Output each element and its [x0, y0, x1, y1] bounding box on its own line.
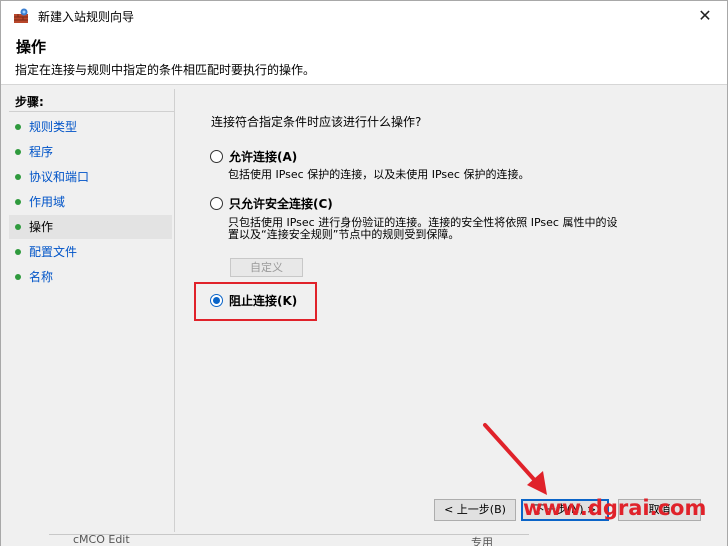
step-profile[interactable]: 配置文件 — [9, 240, 172, 264]
close-icon: ✕ — [698, 6, 712, 25]
allow-secure-option[interactable]: 只允许安全连接(C) — [210, 195, 333, 212]
firewall-icon — [14, 8, 28, 23]
background-window-fragment: cMCO Edit — [49, 533, 529, 546]
close-button[interactable]: ✕ — [683, 1, 727, 31]
step-bullet-icon — [15, 199, 21, 205]
step-rule-type[interactable]: 规则类型 — [9, 115, 172, 139]
step-program[interactable]: 程序 — [9, 140, 172, 164]
background-fragment-text: cMCO Edit — [73, 533, 130, 546]
step-bullet-icon — [15, 124, 21, 130]
allow-connection-label: 允许连接(A) — [229, 150, 298, 164]
new-inbound-rule-wizard-dialog: 新建入站规则向导 ✕ 操作 指定在连接与规则中指定的条件相匹配时要执行的操作。 … — [0, 0, 728, 546]
allow-connection-description: 包括使用 IPsec 保护的连接，以及未使用 IPsec 保护的连接。 — [228, 168, 530, 181]
step-action[interactable]: 操作 — [9, 215, 172, 239]
window-title: 新建入站规则向导 — [38, 10, 135, 24]
background-fragment-right-text: 专用 — [471, 536, 493, 546]
page-title: 操作 — [16, 38, 47, 56]
step-bullet-icon — [15, 149, 21, 155]
allow-secure-radio[interactable] — [210, 197, 223, 210]
step-bullet-icon — [15, 249, 21, 255]
block-connection-label: 阻止连接(K) — [229, 294, 298, 308]
step-scope[interactable]: 作用域 — [9, 190, 172, 214]
step-bullet-icon — [15, 274, 21, 280]
allow-secure-description-line2: 置以及“连接安全规则”节点中的规则受到保障。 — [228, 228, 460, 241]
steps-pane: 步骤: 规则类型 程序 协议和端口 作用域 操作 配置文件 名称 — [9, 89, 175, 532]
allow-secure-label: 只允许安全连接(C) — [229, 197, 333, 211]
step-label: 协议和端口 — [29, 170, 90, 184]
step-protocol-ports[interactable]: 协议和端口 — [9, 165, 172, 189]
title-bar: 新建入站规则向导 ✕ — [1, 1, 727, 31]
page-description: 指定在连接与规则中指定的条件相匹配时要执行的操作。 — [15, 63, 316, 77]
step-name[interactable]: 名称 — [9, 265, 172, 289]
step-bullet-icon — [15, 224, 21, 230]
action-question: 连接符合指定条件时应该进行什么操作? — [211, 115, 422, 129]
step-label: 配置文件 — [29, 245, 78, 259]
allow-connection-option[interactable]: 允许连接(A) — [210, 148, 297, 165]
content-pane: 连接符合指定条件时应该进行什么操作? 允许连接(A) 包括使用 IPsec 保护… — [178, 89, 727, 532]
page-header: 操作 指定在连接与规则中指定的条件相匹配时要执行的操作。 — [1, 31, 727, 85]
steps-divider — [9, 111, 175, 112]
step-bullet-icon — [15, 174, 21, 180]
back-button[interactable]: < 上一步(B) — [434, 499, 516, 521]
allow-connection-radio[interactable] — [210, 150, 223, 163]
block-connection-option[interactable]: 阻止连接(K) — [210, 292, 297, 309]
customize-button: 自定义 — [230, 258, 303, 277]
watermark-text: www.dgrai.com — [523, 496, 707, 520]
steps-title: 步骤: — [15, 95, 44, 109]
block-connection-radio[interactable] — [210, 294, 223, 307]
step-label: 操作 — [29, 220, 54, 234]
step-label: 名称 — [29, 270, 54, 284]
red-arrow-icon — [483, 423, 547, 495]
step-label: 作用域 — [29, 195, 66, 209]
step-label: 规则类型 — [29, 120, 78, 134]
step-label: 程序 — [29, 145, 54, 159]
